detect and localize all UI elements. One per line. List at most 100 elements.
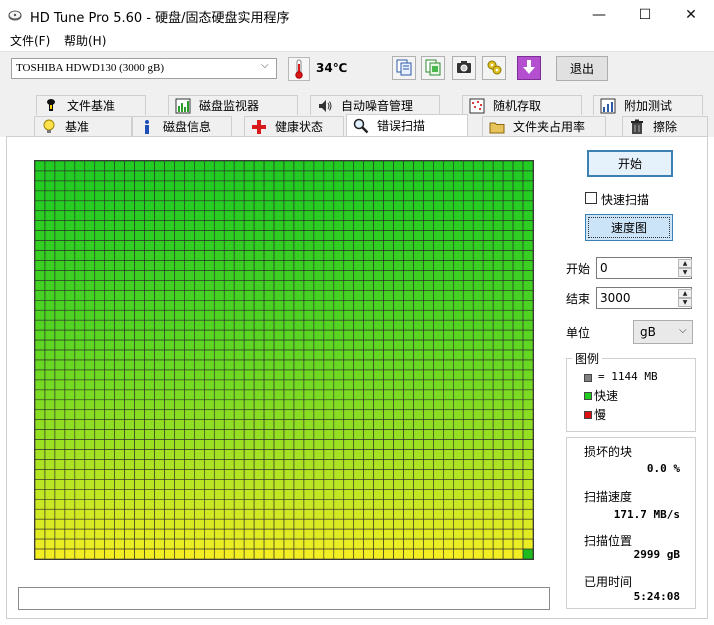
scan-block bbox=[253, 190, 265, 202]
scan-block bbox=[74, 528, 86, 540]
scan-block bbox=[462, 359, 474, 371]
scan-block bbox=[64, 190, 76, 202]
scan-block bbox=[283, 439, 295, 450]
scan-block bbox=[144, 270, 155, 281]
tab-file-benchmark[interactable]: 文件基准 bbox=[36, 95, 146, 115]
extra-tests-icon bbox=[600, 98, 616, 114]
scan-block bbox=[423, 389, 434, 401]
scan-block bbox=[283, 210, 295, 221]
scan-block bbox=[443, 409, 454, 420]
scan-block bbox=[423, 210, 434, 221]
scan-block bbox=[403, 498, 414, 510]
maximize-button[interactable]: ☐ bbox=[622, 0, 668, 30]
scan-block bbox=[64, 260, 76, 271]
scan-block bbox=[423, 548, 434, 559]
scan-block bbox=[482, 538, 494, 550]
scan-block bbox=[443, 548, 454, 559]
scan-block bbox=[492, 399, 504, 411]
scan-block bbox=[263, 329, 275, 341]
scan-block bbox=[84, 180, 96, 192]
scan-block bbox=[174, 210, 185, 221]
scan-block bbox=[462, 290, 474, 301]
scan-block bbox=[323, 240, 335, 251]
scan-block bbox=[194, 449, 205, 460]
scan-block bbox=[283, 250, 295, 261]
start-up-arrow-icon[interactable]: ▲ bbox=[678, 259, 692, 268]
save-button[interactable] bbox=[517, 56, 541, 80]
options-button[interactable] bbox=[482, 56, 506, 80]
copy-info-button[interactable] bbox=[421, 56, 445, 80]
tab-benchmark[interactable]: 基准 bbox=[34, 116, 132, 136]
scan-block bbox=[243, 220, 255, 231]
scan-block bbox=[453, 419, 464, 430]
scan-block bbox=[323, 379, 335, 391]
scan-block bbox=[393, 180, 404, 192]
scan-block bbox=[443, 389, 454, 401]
scan-block bbox=[54, 469, 66, 480]
tab-erase[interactable]: 擦除 bbox=[622, 116, 708, 136]
scan-block bbox=[64, 300, 76, 311]
scan-block bbox=[293, 429, 305, 440]
scan-block bbox=[154, 170, 165, 182]
scan-block bbox=[134, 429, 145, 440]
scan-block bbox=[134, 439, 145, 450]
scan-block bbox=[64, 170, 76, 182]
tab-error-scan[interactable]: 错误扫描 bbox=[346, 114, 468, 136]
scan-block bbox=[433, 319, 444, 331]
scan-block bbox=[124, 508, 135, 520]
scan-block bbox=[94, 290, 106, 301]
scan-block bbox=[502, 528, 514, 540]
scan-block bbox=[283, 220, 295, 231]
scan-block bbox=[84, 339, 96, 351]
scan-block bbox=[443, 459, 454, 470]
tab-folder-usage[interactable]: 文件夹占用率 bbox=[482, 116, 606, 136]
close-button[interactable]: ✕ bbox=[668, 0, 714, 30]
scan-block bbox=[443, 419, 454, 430]
scan-block bbox=[313, 518, 325, 530]
quick-scan-checkbox[interactable] bbox=[585, 192, 597, 204]
scan-block bbox=[323, 190, 335, 202]
scan-block bbox=[213, 498, 225, 510]
scan-block bbox=[353, 280, 364, 291]
tab-disk-info[interactable]: 磁盘信息 bbox=[132, 116, 232, 136]
scan-block bbox=[233, 508, 245, 520]
tab-health[interactable]: 健康状态 bbox=[244, 116, 344, 136]
start-down-arrow-icon[interactable]: ▼ bbox=[678, 268, 692, 277]
minimize-button[interactable]: — bbox=[576, 0, 622, 30]
scan-block bbox=[124, 359, 135, 371]
end-down-arrow-icon[interactable]: ▼ bbox=[678, 298, 692, 307]
exit-button[interactable]: 退出 bbox=[556, 56, 608, 81]
scan-block bbox=[512, 300, 524, 311]
scan-block bbox=[343, 449, 355, 460]
scan-block bbox=[353, 220, 364, 231]
tab-aam[interactable]: 自动噪音管理 bbox=[310, 95, 440, 115]
copy-text-button[interactable] bbox=[392, 56, 416, 80]
scan-block bbox=[144, 419, 155, 430]
scan-block bbox=[213, 220, 225, 231]
scan-block bbox=[423, 498, 434, 510]
scan-block bbox=[273, 359, 285, 371]
start-scan-button[interactable]: 开始 bbox=[587, 150, 673, 177]
scan-block bbox=[134, 538, 145, 550]
scan-block bbox=[502, 280, 514, 291]
scan-block bbox=[403, 419, 414, 430]
scan-block bbox=[204, 498, 215, 510]
tab-disk-monitor[interactable]: 磁盘监视器 bbox=[168, 95, 298, 115]
scan-block bbox=[293, 508, 305, 520]
menu-file[interactable]: 文件(F) bbox=[10, 32, 50, 49]
end-up-arrow-icon[interactable]: ▲ bbox=[678, 289, 692, 298]
tab-random-access[interactable]: 随机存取 bbox=[462, 95, 582, 115]
speed-map-button[interactable]: 速度图 bbox=[585, 214, 673, 241]
scan-block bbox=[64, 379, 76, 391]
scan-block bbox=[462, 389, 474, 401]
scan-block bbox=[74, 170, 86, 182]
tab-extra-tests[interactable]: 附加测试 bbox=[593, 95, 703, 115]
scan-block bbox=[154, 399, 165, 411]
scan-block bbox=[492, 210, 504, 221]
scan-block bbox=[64, 449, 76, 460]
menu-help[interactable]: 帮助(H) bbox=[64, 32, 106, 49]
screenshot-button[interactable] bbox=[452, 56, 476, 80]
scan-block bbox=[35, 459, 46, 470]
scan-block bbox=[443, 399, 454, 411]
scan-block bbox=[253, 419, 265, 430]
